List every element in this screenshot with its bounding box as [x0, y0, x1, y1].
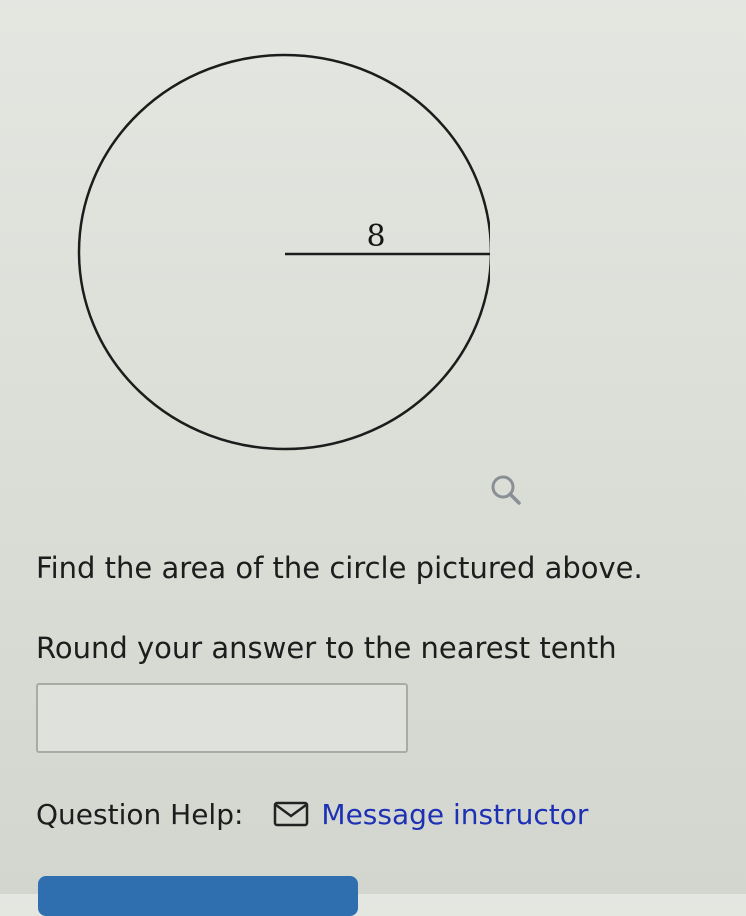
- circle-diagram: 8: [77, 53, 490, 451]
- message-instructor-label: Message instructor: [321, 797, 589, 831]
- question-help-row: Question Help: Message instructor: [36, 794, 588, 834]
- circle-outline: [77, 53, 490, 451]
- answer-input[interactable]: [36, 683, 408, 753]
- radius-label: 8: [366, 219, 385, 254]
- circle-figure: 8: [70, 52, 490, 462]
- question-help-label: Question Help:: [36, 797, 244, 831]
- submit-button[interactable]: [38, 876, 358, 916]
- envelope-icon: [274, 801, 309, 827]
- question-prompt: Find the area of the circle pictured abo…: [36, 551, 643, 585]
- magnifier-icon[interactable]: [486, 470, 526, 510]
- rounding-instruction: Round your answer to the nearest tenth: [36, 631, 617, 665]
- message-instructor-link[interactable]: Message instructor: [273, 798, 588, 831]
